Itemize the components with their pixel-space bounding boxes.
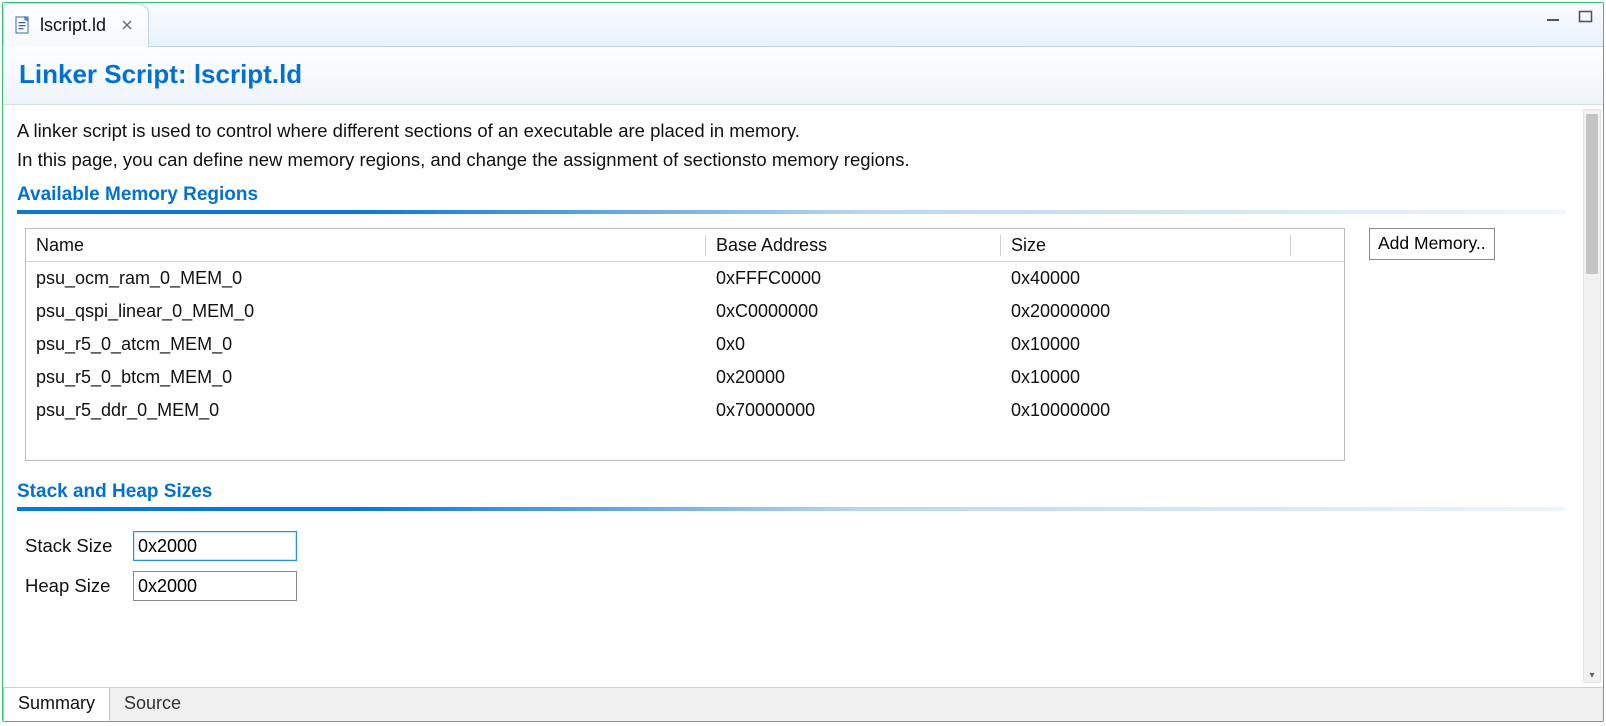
col-name[interactable]: Name bbox=[26, 235, 706, 256]
stack-size-label: Stack Size bbox=[25, 535, 125, 557]
maximize-icon[interactable] bbox=[1575, 9, 1597, 25]
bottom-tab-strip: Summary Source bbox=[3, 687, 1603, 721]
heap-size-input[interactable] bbox=[133, 571, 297, 601]
scroll-down-icon[interactable]: ▾ bbox=[1584, 667, 1600, 683]
scrollbar-thumb[interactable] bbox=[1586, 114, 1598, 274]
cell-name[interactable]: psu_r5_0_btcm_MEM_0 bbox=[26, 367, 706, 388]
description-line2: In this page, you can define new memory … bbox=[17, 149, 910, 170]
body-area: A linker script is used to control where… bbox=[3, 105, 1603, 721]
window-controls bbox=[1543, 9, 1597, 25]
description-line1: A linker script is used to control where… bbox=[17, 120, 800, 141]
section-rule-stackheap bbox=[17, 507, 1565, 511]
table-row[interactable]: psu_r5_0_btcm_MEM_00x200000x10000 bbox=[26, 361, 1344, 394]
table-row[interactable]: psu_r5_ddr_0_MEM_00x700000000x10000000 bbox=[26, 394, 1344, 427]
close-tab-icon[interactable] bbox=[120, 18, 134, 32]
table-row[interactable]: psu_ocm_ram_0_MEM_00xFFFC00000x40000 bbox=[26, 262, 1344, 295]
cell-name[interactable]: psu_ocm_ram_0_MEM_0 bbox=[26, 268, 706, 289]
stack-heap-grid: Stack Size Heap Size bbox=[17, 525, 1565, 601]
body-scroll: A linker script is used to control where… bbox=[3, 105, 1579, 687]
col-base-address[interactable]: Base Address bbox=[706, 235, 1001, 256]
editor-tab-strip: lscript.ld bbox=[3, 3, 1603, 47]
cell-size[interactable]: 0x40000 bbox=[1001, 268, 1291, 289]
heap-size-label: Heap Size bbox=[25, 575, 125, 597]
title-banner: Linker Script: lscript.ld bbox=[3, 47, 1603, 105]
page-title: Linker Script: lscript.ld bbox=[19, 59, 1587, 90]
cell-name[interactable]: psu_r5_ddr_0_MEM_0 bbox=[26, 400, 706, 421]
regions-row: Name Base Address Size psu_ocm_ram_0_MEM… bbox=[17, 228, 1565, 461]
tab-summary[interactable]: Summary bbox=[3, 688, 110, 721]
editor-frame: lscript.ld Linker Script: lscript.ld A l… bbox=[2, 2, 1604, 722]
cell-base-address[interactable]: 0x0 bbox=[706, 334, 1001, 355]
description: A linker script is used to control where… bbox=[17, 117, 1565, 174]
section-title-regions: Available Memory Regions bbox=[17, 184, 1565, 206]
file-icon bbox=[14, 16, 32, 34]
vertical-scrollbar[interactable]: ▴ ▾ bbox=[1583, 109, 1601, 683]
stack-size-row: Stack Size bbox=[25, 531, 1565, 561]
minimize-icon[interactable] bbox=[1543, 9, 1565, 25]
editor-tab-lscript[interactable]: lscript.ld bbox=[3, 3, 149, 47]
heap-size-row: Heap Size bbox=[25, 571, 1565, 601]
col-size[interactable]: Size bbox=[1001, 235, 1291, 256]
cell-base-address[interactable]: 0x70000000 bbox=[706, 400, 1001, 421]
tab-source[interactable]: Source bbox=[110, 688, 195, 721]
cell-base-address[interactable]: 0xFFFC0000 bbox=[706, 268, 1001, 289]
cell-name[interactable]: psu_qspi_linear_0_MEM_0 bbox=[26, 301, 706, 322]
cell-size[interactable]: 0x20000000 bbox=[1001, 301, 1291, 322]
cell-size[interactable]: 0x10000 bbox=[1001, 367, 1291, 388]
cell-size[interactable]: 0x10000 bbox=[1001, 334, 1291, 355]
editor-tab-label: lscript.ld bbox=[40, 15, 106, 36]
table-row[interactable]: psu_r5_0_atcm_MEM_00x00x10000 bbox=[26, 328, 1344, 361]
add-memory-button[interactable]: Add Memory.. bbox=[1369, 228, 1495, 260]
cell-base-address[interactable]: 0xC0000000 bbox=[706, 301, 1001, 322]
cell-base-address[interactable]: 0x20000 bbox=[706, 367, 1001, 388]
table-row[interactable]: psu_qspi_linear_0_MEM_00xC00000000x20000… bbox=[26, 295, 1344, 328]
memory-regions-table[interactable]: Name Base Address Size psu_ocm_ram_0_MEM… bbox=[25, 228, 1345, 461]
table-empty-row bbox=[26, 427, 1344, 460]
cell-name[interactable]: psu_r5_0_atcm_MEM_0 bbox=[26, 334, 706, 355]
section-title-stackheap: Stack and Heap Sizes bbox=[17, 481, 1565, 503]
section-rule-regions bbox=[17, 210, 1565, 214]
cell-size[interactable]: 0x10000000 bbox=[1001, 400, 1291, 421]
stack-size-input[interactable] bbox=[133, 531, 297, 561]
table-header-row: Name Base Address Size bbox=[26, 229, 1344, 262]
